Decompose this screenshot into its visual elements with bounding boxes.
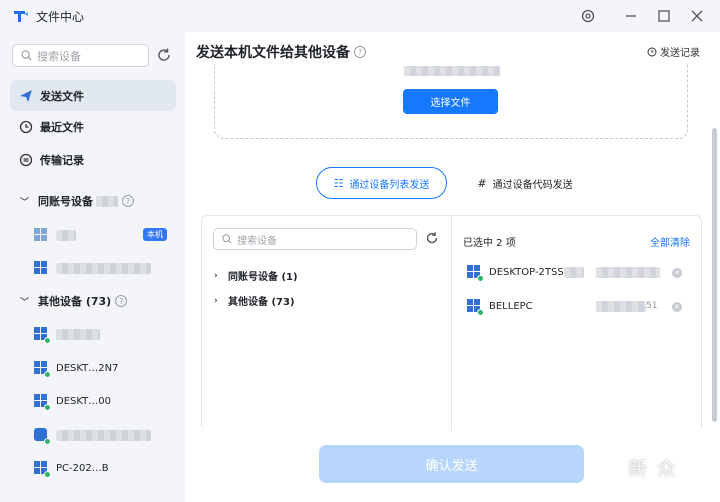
- list-item-device[interactable]: PC-202…B: [34, 458, 109, 478]
- watermark: 新 众: [628, 458, 679, 480]
- list-item-device[interactable]: DESKT…2N7: [34, 358, 118, 378]
- sidebar-item-send-file[interactable]: 发送文件: [10, 80, 176, 111]
- device-name: DESKT…2N7: [56, 362, 119, 374]
- scrollbar[interactable]: [712, 128, 717, 422]
- list-item-device[interactable]: [34, 225, 76, 245]
- sidebar-item-recent-files[interactable]: 最近文件: [10, 111, 176, 142]
- select-file-button[interactable]: 选择文件: [403, 89, 498, 114]
- tree-group-same-account[interactable]: › 同账号设备 (1): [214, 268, 298, 284]
- chevron-right-icon: ›: [214, 295, 218, 306]
- search-placeholder: 搜索设备: [237, 235, 277, 247]
- confirm-send-button[interactable]: 确认发送: [319, 445, 584, 483]
- settings-icon[interactable]: [577, 6, 599, 26]
- group-label: 其他设备 (73): [38, 295, 112, 308]
- sidebar-item-transfer-log[interactable]: 传输记录: [10, 144, 176, 175]
- ip-suffix: 51: [646, 301, 658, 311]
- app-title: 文件中心: [36, 10, 85, 24]
- tree-group-other-devices[interactable]: › 其他设备 (73): [214, 293, 295, 309]
- transfer-icon: [19, 153, 33, 166]
- nav-label: 传输记录: [40, 153, 84, 167]
- redacted-ip: [595, 266, 660, 278]
- remove-device-button[interactable]: ✕: [672, 268, 682, 278]
- tab-label: 通过设备列表发送: [349, 179, 430, 191]
- list-icon: ☷: [333, 176, 344, 190]
- group-other-devices[interactable]: ﹀ 其他设备 (73) ?: [20, 293, 128, 309]
- group-same-account[interactable]: ﹀ 同账号设备 ?: [20, 193, 134, 209]
- windows-icon: [467, 265, 484, 282]
- list-item-device[interactable]: [34, 258, 151, 278]
- windows-icon: [34, 361, 51, 378]
- selected-count: 已选中 2 项: [463, 238, 516, 249]
- chevron-down-icon: ﹀: [20, 197, 30, 208]
- chevron-down-icon: ﹀: [20, 297, 30, 308]
- page-title-text: 发送本机文件给其他设备: [196, 45, 350, 61]
- list-item-device[interactable]: [34, 324, 100, 344]
- chevron-right-icon: ›: [214, 270, 218, 281]
- app-logo-icon: [14, 11, 28, 22]
- search-icon: [222, 234, 232, 244]
- local-badge: 本机: [143, 228, 167, 241]
- help-icon[interactable]: ?: [122, 195, 134, 207]
- search-icon: [21, 50, 32, 61]
- redacted-text: [56, 229, 76, 241]
- drop-hint-text: [404, 66, 500, 76]
- selected-device-row: BELLEPC: [467, 298, 533, 316]
- hash-icon: #: [477, 176, 487, 190]
- remove-device-button[interactable]: ✕: [672, 302, 682, 312]
- tab-label: 通过设备代码发送: [492, 179, 573, 191]
- windows-icon: [34, 261, 48, 275]
- help-icon[interactable]: ?: [115, 295, 128, 307]
- send-history-link[interactable]: 发送记录: [647, 44, 700, 59]
- windows-icon: [34, 461, 51, 478]
- nav-label: 最近文件: [40, 120, 84, 134]
- sidebar-search-placeholder: 搜索设备: [37, 49, 81, 63]
- page-title: 发送本机文件给其他设备 ?: [196, 42, 366, 62]
- panel-divider: [451, 216, 452, 431]
- refresh-icon[interactable]: [155, 46, 173, 64]
- help-icon[interactable]: ?: [354, 46, 366, 58]
- refresh-icon[interactable]: [424, 230, 440, 246]
- windows-icon: [467, 299, 484, 316]
- redacted-text: [56, 262, 151, 274]
- redacted-text: [56, 429, 151, 441]
- clear-all-link[interactable]: 全部清除: [650, 234, 690, 249]
- close-icon[interactable]: [686, 6, 708, 26]
- minimize-icon[interactable]: [620, 6, 642, 26]
- windows-icon: [34, 394, 51, 411]
- maximize-icon[interactable]: [653, 6, 675, 26]
- selected-device-name: BELLEPC: [489, 300, 533, 312]
- windows-icon: [34, 327, 51, 344]
- list-item-device[interactable]: [34, 425, 151, 445]
- mac-icon: [34, 428, 51, 445]
- redacted-ip: [596, 300, 646, 312]
- history-link-label: 发送记录: [660, 48, 700, 59]
- selected-device-row: DESKTOP-2TSS: [467, 264, 660, 282]
- clock-icon: [19, 120, 33, 133]
- selected-device-name: DESKTOP-2TSS: [489, 266, 564, 278]
- windows-icon: [34, 228, 48, 242]
- history-icon: [647, 47, 657, 56]
- device-name: PC-202…B: [56, 462, 109, 474]
- redacted-text: [563, 266, 584, 278]
- list-item-device[interactable]: DESKT…00: [34, 391, 111, 411]
- selected-device-ip: 51: [596, 298, 657, 314]
- group-label: 同账号设备: [38, 195, 93, 208]
- device-name: DESKT…00: [56, 395, 111, 407]
- nav-label: 发送文件: [40, 89, 84, 103]
- tab-device-list[interactable]: ☷ 通过设备列表发送: [316, 167, 447, 199]
- sidebar-search-input[interactable]: 搜索设备: [12, 44, 149, 67]
- redacted-text: [96, 195, 118, 207]
- send-icon: [20, 89, 32, 102]
- redacted-text: [56, 328, 100, 340]
- title-bar: [0, 0, 720, 32]
- tab-device-code[interactable]: # 通过设备代码发送: [466, 167, 584, 199]
- device-search-input[interactable]: 搜索设备: [213, 228, 417, 250]
- tree-label: 其他设备 (73): [228, 297, 295, 308]
- tree-label: 同账号设备 (1): [228, 272, 298, 283]
